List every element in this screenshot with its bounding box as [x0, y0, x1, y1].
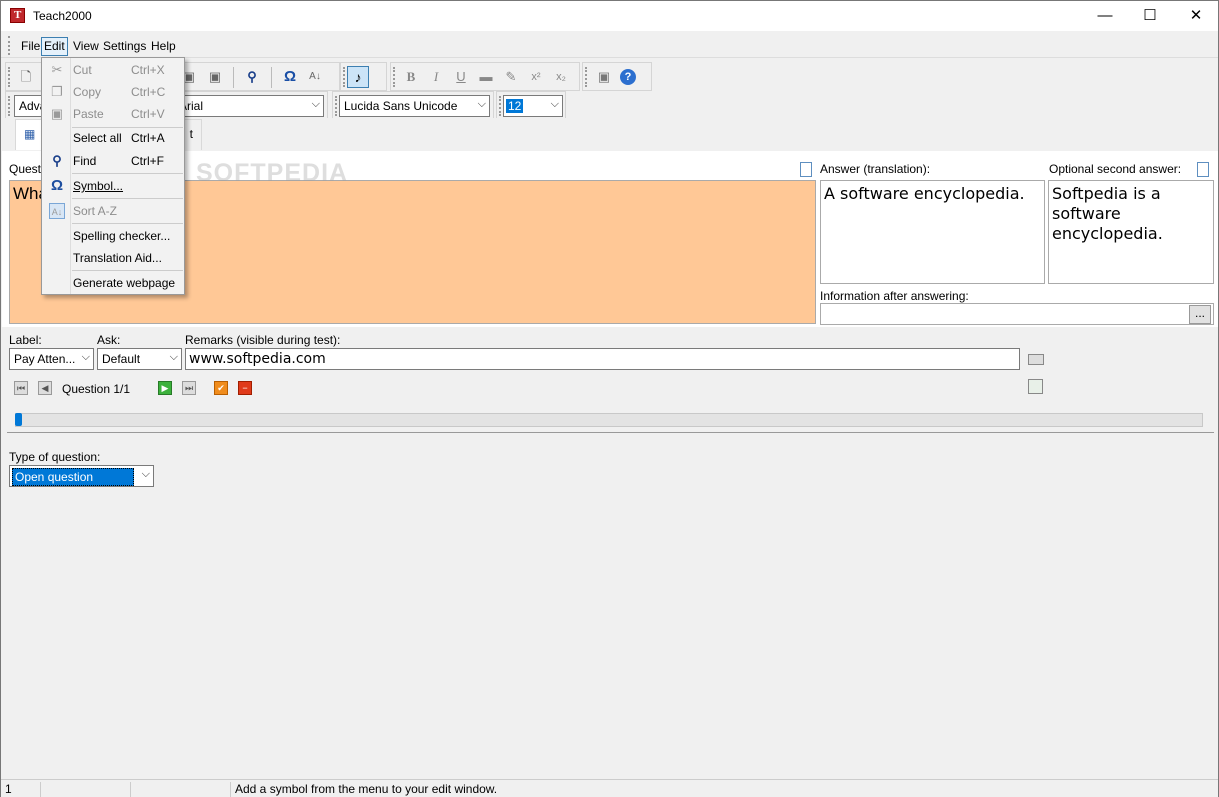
title-bar: Teach2000 — ☐ ✕	[1, 1, 1218, 31]
remarks-input[interactable]: www.softpedia.com	[185, 348, 1020, 370]
status-message: Add a symbol from the menu to your edit …	[235, 782, 498, 796]
help-toolbar: ▣ ?	[582, 62, 652, 91]
copy-icon: ❐	[51, 84, 63, 99]
chevron-down-icon: ⌵	[141, 468, 150, 480]
bold-icon[interactable]: B	[402, 68, 420, 86]
chevron-down-icon: ⌵	[550, 98, 559, 110]
sound-toolbar: ♪	[340, 62, 387, 91]
toolbar-grip	[8, 67, 11, 87]
format-toolbar: B I U ▬ ✎ x² x₂	[390, 62, 580, 91]
clipboard-icon: ▣	[50, 106, 64, 121]
menu-item-generate-webpage[interactable]: Generate webpage	[44, 272, 182, 294]
find-toolbar-icon[interactable]: ⚲	[243, 68, 261, 86]
page-icon[interactable]: ▣	[595, 68, 613, 86]
previous-question-icon[interactable]: ◀	[38, 381, 52, 395]
minimize-button[interactable]: —	[1082, 1, 1128, 31]
menu-item-copy[interactable]: ❐ Copy Ctrl+C	[44, 81, 182, 103]
question-slider-thumb[interactable]	[15, 413, 22, 426]
answer-textbox[interactable]: A software encyclopedia.	[820, 180, 1045, 284]
chevron-down-icon: ⌵	[81, 351, 90, 363]
subscript-icon[interactable]: x₂	[552, 68, 570, 86]
info-more-button[interactable]: ...	[1189, 305, 1211, 324]
delete-question-icon[interactable]: −	[238, 381, 252, 395]
edit-menu-dropdown: ✂ Cut Ctrl+X ❐ Copy Ctrl+C ▣ Paste Ctrl+V S…	[41, 57, 185, 295]
add-question-icon[interactable]: ✔	[214, 381, 228, 395]
underline-icon[interactable]: U	[452, 68, 470, 86]
menu-item-spelling[interactable]: Spelling checker...	[44, 225, 182, 247]
highlight-icon[interactable]: ▬	[477, 68, 495, 86]
font-combo[interactable]: Arial ⌵	[174, 95, 324, 117]
menu-item-paste[interactable]: ▣ Paste Ctrl+V	[44, 103, 182, 125]
window-title: Teach2000	[33, 9, 92, 23]
font2-combo[interactable]: Lucida Sans Unicode ⌵	[339, 95, 490, 117]
menu-help[interactable]: Help	[148, 37, 179, 56]
italic-icon[interactable]: I	[427, 68, 445, 86]
chevron-down-icon: ⌵	[477, 98, 486, 110]
binoculars-icon: ⚲	[52, 153, 62, 168]
question-type-combo[interactable]: Open question ⌵	[9, 465, 154, 487]
menu-edit[interactable]: Edit	[41, 37, 68, 56]
app-window: Teach2000 — ☐ ✕ File Edit View Settings …	[0, 0, 1219, 797]
new-file-icon[interactable]: 🗋	[17, 68, 35, 86]
optional-answer-label: Optional second answer:	[1049, 162, 1182, 176]
next-question-icon[interactable]: ▶	[158, 381, 172, 395]
menu-view[interactable]: View	[70, 37, 102, 56]
font-size-combo[interactable]: 12 ⌵	[503, 95, 563, 117]
menu-settings[interactable]: Settings	[100, 37, 149, 56]
scissors-icon: ✂	[51, 62, 63, 77]
optional-answer-textbox[interactable]: Softpedia is a software encyclopedia.	[1048, 180, 1214, 284]
chevron-down-icon: ⌵	[311, 98, 320, 110]
help-icon[interactable]: ?	[620, 69, 636, 85]
document-icon[interactable]	[800, 162, 812, 177]
menu-item-translation-aid[interactable]: Translation Aid...	[44, 247, 182, 269]
picture-icon[interactable]	[1028, 379, 1043, 394]
divider	[7, 432, 1214, 433]
size-toolbar: 12 ⌵	[496, 91, 566, 120]
keyboard-icon[interactable]	[1028, 354, 1044, 365]
maximize-button[interactable]: ☐	[1127, 1, 1173, 31]
status-cell-2	[41, 782, 131, 797]
close-button[interactable]: ✕	[1173, 1, 1219, 31]
menu-file[interactable]: File	[18, 37, 43, 56]
menu-item-select-all[interactable]: Select all Ctrl+A	[44, 127, 182, 149]
symbol-toolbar-icon[interactable]: Ω	[281, 68, 299, 86]
ask-combo[interactable]: Default ⌵	[97, 348, 182, 370]
app-icon	[10, 8, 25, 23]
menu-item-sort[interactable]: A↓ Sort A-Z	[44, 200, 182, 222]
font2-toolbar: Lucida Sans Unicode ⌵	[332, 91, 494, 120]
table-icon: ▦	[24, 127, 36, 141]
status-bar: 1 Add a symbol from the menu to your edi…	[1, 779, 1218, 797]
label-label: Label:	[9, 333, 42, 347]
menu-bar: File Edit View Settings Help	[1, 33, 1218, 58]
info-textbox[interactable]	[820, 303, 1214, 325]
superscript-icon[interactable]: x²	[527, 68, 545, 86]
menu-item-cut[interactable]: ✂ Cut Ctrl+X	[44, 59, 182, 81]
status-cell-1: 1	[1, 782, 41, 797]
last-question-icon[interactable]: ⏭	[182, 381, 196, 395]
question-counter: Question 1/1	[62, 382, 131, 396]
answer-label: Answer (translation):	[820, 162, 931, 176]
sound-icon[interactable]: ♪	[347, 66, 369, 88]
question-type-label: Type of question:	[9, 450, 101, 464]
sort-az-icon: A↓	[49, 203, 65, 219]
watermark: SOFTPEDIA	[196, 159, 349, 187]
first-question-icon[interactable]: ⏮	[14, 381, 28, 395]
label-combo[interactable]: Pay Atten... ⌵	[9, 348, 94, 370]
menu-item-symbol[interactable]: Ω Symbol...	[44, 175, 182, 197]
menu-grip	[8, 36, 11, 55]
color-icon[interactable]: ✎	[502, 68, 520, 86]
sort-toolbar-icon[interactable]: A↓	[306, 68, 324, 86]
ask-label: Ask:	[97, 333, 121, 347]
omega-icon: Ω	[50, 177, 64, 194]
document-icon[interactable]	[1197, 162, 1209, 177]
status-cell-3	[131, 782, 231, 797]
clipboard-toolbar-icon[interactable]: ▣	[206, 68, 224, 86]
remarks-label: Remarks (visible during test):	[185, 333, 341, 347]
info-label: Information after answering:	[820, 289, 969, 303]
menu-item-find[interactable]: ⚲ Find Ctrl+F	[44, 150, 182, 172]
question-slider-track[interactable]	[15, 413, 1203, 427]
chevron-down-icon: ⌵	[169, 351, 178, 363]
style-combo[interactable]: Adva	[14, 95, 44, 117]
